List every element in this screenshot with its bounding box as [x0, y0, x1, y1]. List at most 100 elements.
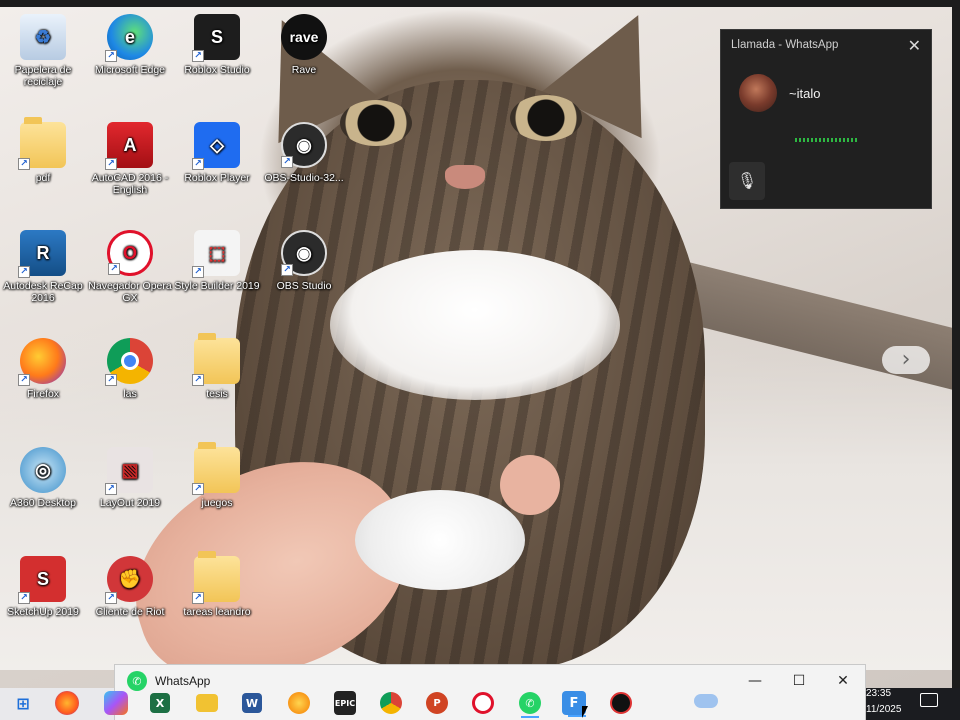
desktop-icon-label: AutoCAD 2016 - English	[91, 172, 169, 196]
desktop-icon-recycle-bin[interactable]: ♻ Papelera de reciclaje	[0, 8, 86, 108]
folder-icon: ↗	[18, 117, 66, 170]
desktop-icon-style-builder[interactable]: ⬚ ↗ Style Builder 2019	[174, 224, 260, 324]
desktop-icon-autocad[interactable]: A ↗ AutoCAD 2016 - English	[87, 116, 173, 216]
call-contact-name: ~italo	[789, 85, 821, 101]
call-status-indicator	[795, 138, 859, 142]
taskbar-clock[interactable]: 23:35 11/2025	[866, 686, 906, 718]
desktop-icon-obs-32[interactable]: ◉ ↗ OBS-Studio-32...	[261, 116, 347, 216]
opera-gx-icon: O ↗	[107, 230, 153, 276]
edge-icon: e ↗	[105, 14, 153, 62]
recycle-bin-icon: ♻	[20, 14, 66, 60]
obs-icon: ◉ ↗	[281, 122, 327, 168]
mouse-cursor	[582, 706, 588, 718]
desktop-icon-label: Autodesk ReCap 2016	[3, 280, 83, 304]
desktop-icon-opera-gx[interactable]: O ↗ Navegador Opera GX	[87, 224, 173, 324]
microphone-button[interactable]: 🎙	[729, 162, 765, 200]
desktop-icon-juegos[interactable]: ↗ juegos	[174, 441, 260, 541]
desktop-icon-label: tesis	[206, 388, 228, 400]
desktop-icon-label: LayOut 2019	[99, 497, 161, 509]
desktop-icon-rave[interactable]: rave Rave	[261, 8, 347, 108]
powerpoint-icon[interactable]: P	[426, 692, 448, 714]
wallpaper-cat-nose	[445, 165, 485, 189]
clock-date: 11/2025	[866, 704, 902, 715]
whatsapp-taskbar-button[interactable]: ✆	[515, 690, 545, 718]
chrome-icon[interactable]	[380, 692, 402, 714]
word-icon[interactable]: W	[242, 693, 262, 713]
microphone-icon: 🎙	[736, 173, 758, 190]
clock-time: 23:35	[866, 688, 892, 699]
desktop-icon-layout[interactable]: ▧ ↗ LayOut 2019	[87, 441, 173, 541]
desktop-icon-firefox[interactable]: ↗ Firefox	[0, 332, 86, 432]
folder-icon: ↗	[192, 442, 240, 495]
desktop-icon-chrome[interactable]: ↗ las	[87, 332, 173, 432]
riot-icon: ✊ ↗	[105, 556, 153, 604]
screen-top-border	[0, 0, 960, 7]
wallpaper-cat-paw	[355, 490, 525, 590]
desktop-icon-label: A360 Desktop	[10, 497, 76, 509]
desktop-icon-obs-studio[interactable]: ◉ ↗ OBS Studio	[261, 224, 347, 324]
layout-icon: ▧ ↗	[105, 447, 153, 495]
roblox-studio-icon: S ↗	[192, 14, 240, 62]
desktop-icon-roblox-player[interactable]: ◇ ↗ Roblox Player	[174, 116, 260, 216]
onedrive-cloud-icon[interactable]	[694, 694, 718, 708]
wallpaper-cat-eye	[340, 100, 412, 146]
desktop-icon-label: Microsoft Edge	[94, 64, 166, 76]
file-explorer-icon[interactable]	[196, 694, 218, 712]
opera-gx-icon[interactable]	[472, 692, 494, 714]
folder-icon: ↗	[192, 551, 240, 604]
epic-games-icon[interactable]: EPIC	[334, 691, 356, 715]
avatar	[739, 74, 777, 112]
close-icon[interactable]: ✕	[908, 36, 921, 55]
obs-icon: ◉ ↗	[281, 230, 327, 276]
firefox-icon[interactable]	[55, 691, 79, 715]
wallpaper-cat-bib	[330, 250, 620, 400]
desktop-icon-recap[interactable]: R ↗ Autodesk ReCap 2016	[0, 224, 86, 324]
copilot-icon[interactable]	[104, 691, 128, 715]
call-contact: ~italo	[721, 60, 931, 112]
desktop-icon-label: Style Builder 2019	[174, 280, 260, 292]
desktop-icon-label: OBS Studio	[276, 280, 332, 292]
a360-icon: ◎	[20, 447, 66, 493]
desktop-icon-label: Papelera de reciclaje	[14, 64, 72, 88]
wallpaper-cat-eye	[510, 95, 582, 141]
obs-icon[interactable]	[610, 692, 632, 714]
folder-icon: ↗	[192, 333, 240, 386]
sketchup-icon: S ↗	[18, 556, 66, 604]
recap-icon: R ↗	[18, 230, 66, 278]
notification-icon[interactable]	[920, 693, 938, 707]
chrome-icon: ↗	[105, 338, 153, 386]
roblox-player-icon: ◇ ↗	[192, 122, 240, 170]
desktop-icon-label: SketchUp 2019	[7, 606, 79, 618]
desktop-icon-label: Firefox	[26, 388, 60, 400]
desktop-icon-sketchup[interactable]: S ↗ SketchUp 2019	[0, 550, 86, 650]
call-titlebar[interactable]: Llamada - WhatsApp ✕	[721, 30, 931, 60]
desktop-icon-label: Cliente de Riot	[95, 606, 165, 618]
call-window-title: Llamada - WhatsApp	[731, 39, 839, 51]
desktop-icon-tareas[interactable]: ↗ tareas leandro	[174, 550, 260, 650]
whatsapp-icon: ✆	[519, 692, 541, 714]
desktop-icon-roblox-studio[interactable]: S ↗ Roblox Studio	[174, 8, 260, 108]
wallpaper-hand-finger	[500, 455, 560, 515]
edge-icon[interactable]	[288, 692, 310, 714]
windows-start-icon[interactable]: ⊞	[8, 690, 38, 716]
desktop-icon-riot[interactable]: ✊ ↗ Cliente de Riot	[87, 550, 173, 650]
screen-right-border	[952, 0, 960, 720]
desktop-icon-label: Roblox Studio	[184, 64, 250, 76]
next-slide-icon[interactable]: ›	[882, 346, 930, 374]
desktop-icon-label: las	[123, 388, 137, 400]
desktop-icon-edge[interactable]: e ↗ Microsoft Edge	[87, 8, 173, 108]
style-builder-icon: ⬚ ↗	[192, 230, 240, 278]
whatsapp-call-window[interactable]: Llamada - WhatsApp ✕ ~italo 🎙	[720, 29, 932, 209]
desktop-icon-pdf[interactable]: ↗ pdf	[0, 116, 86, 216]
excel-icon[interactable]: X	[150, 693, 170, 713]
desktop-icon-label: OBS-Studio-32...	[264, 172, 344, 184]
desktop-icon-label: Roblox Player	[184, 172, 250, 184]
desktop-icon-tesis[interactable]: ↗ tesis	[174, 332, 260, 432]
desktop-icon-label: Rave	[291, 64, 317, 76]
firefox-icon: ↗	[18, 338, 66, 386]
autocad-icon: A ↗	[105, 122, 153, 170]
desktop-icon-a360[interactable]: ◎ A360 Desktop	[0, 441, 86, 541]
desktop-icon-label: Navegador Opera GX	[88, 280, 172, 304]
desktop-icon-label: juegos	[201, 497, 233, 509]
desktop-icon-label: pdf	[35, 172, 51, 184]
